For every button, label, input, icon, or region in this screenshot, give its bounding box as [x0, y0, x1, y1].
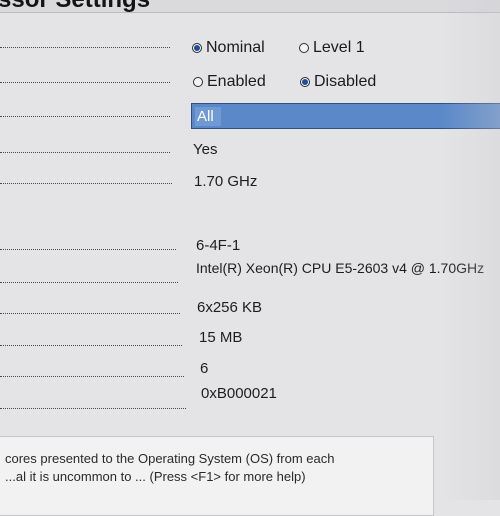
l2-cache-value: 6x256 KB	[197, 299, 263, 316]
help-text-line: cores presented to the Operating System …	[5, 451, 335, 466]
all-select-field[interactable]: All	[191, 103, 500, 129]
family-model-stepping-value: 6-4F-1	[196, 237, 241, 254]
row-leader-dots	[0, 313, 180, 315]
radio-label: Disabled	[314, 73, 377, 90]
row-leader-dots	[0, 282, 178, 284]
radio-label: Enabled	[207, 73, 266, 90]
row-leader-dots	[0, 152, 170, 154]
row-leader-dots	[0, 183, 172, 185]
row-leader-dots	[0, 47, 170, 49]
page-header: ssor Settings	[0, 0, 500, 13]
microcode-value: 0xB000021	[201, 385, 277, 402]
radio-label: Nominal	[206, 39, 265, 56]
processor-speed-value: 1.70 GHz	[194, 173, 258, 190]
help-panel: cores presented to the Operating System …	[0, 436, 434, 516]
row-leader-dots	[0, 116, 170, 118]
radio-level-1[interactable]: Level 1	[299, 39, 365, 57]
radio-selected-icon	[300, 77, 310, 87]
number-of-cores-value: 6	[200, 360, 209, 377]
setting-value: Yes	[193, 141, 218, 158]
l3-cache-value: 15 MB	[199, 329, 243, 346]
row-leader-dots	[0, 82, 170, 84]
row-leader-dots	[0, 408, 186, 410]
row-leader-dots	[0, 345, 182, 347]
processor-brand-value: Intel(R) Xeon(R) CPU E5-2603 v4 @ 1.70GH…	[196, 260, 485, 276]
row-leader-dots	[0, 249, 176, 251]
radio-selected-icon	[192, 43, 202, 53]
select-value: All	[195, 107, 221, 126]
row-leader-dots	[0, 376, 184, 378]
page-title: ssor Settings	[0, 0, 150, 14]
radio-unselected-icon	[299, 43, 309, 53]
radio-enabled[interactable]: Enabled	[193, 73, 266, 91]
radio-nominal[interactable]: Nominal	[192, 39, 265, 57]
radio-label: Level 1	[313, 39, 365, 56]
radio-unselected-icon	[193, 77, 203, 87]
help-text-line: ...al it is uncommon to ... (Press <F1> …	[5, 469, 306, 484]
radio-disabled[interactable]: Disabled	[300, 73, 376, 91]
screen-glare	[440, 0, 500, 500]
